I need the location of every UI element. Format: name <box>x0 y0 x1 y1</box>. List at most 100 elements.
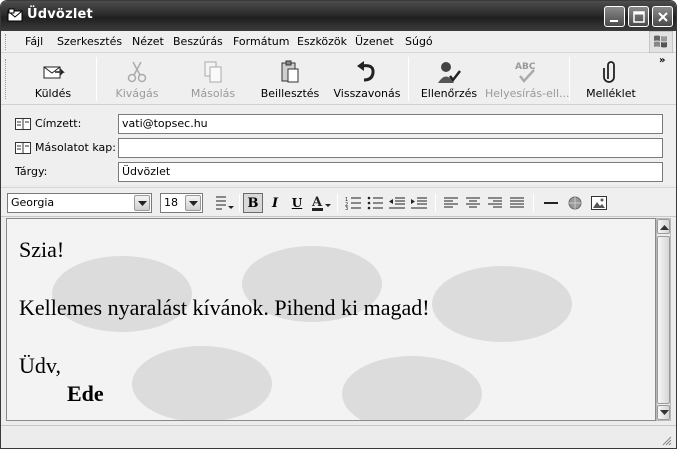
message-body[interactable]: Szia! Kellemes nyaralást kívánok. Pihend… <box>6 218 656 421</box>
attach-button[interactable]: Melléklet <box>573 53 649 105</box>
menu-help[interactable]: Súgó <box>405 35 433 48</box>
menu-file[interactable]: Fájl <box>25 35 43 48</box>
numbered-list-icon: 123 <box>345 197 361 210</box>
font-size-select[interactable]: 18 <box>160 193 203 213</box>
window-title: Üdvözlet <box>27 7 93 22</box>
cut-label: Kivágás <box>115 87 159 100</box>
bullet-list-icon <box>367 196 383 210</box>
leaf-background-icon <box>432 266 572 342</box>
subject-field[interactable]: Üdvözlet <box>118 162 663 182</box>
envelope-icon <box>7 8 23 22</box>
menu-insert[interactable]: Beszúrás <box>173 35 223 48</box>
align-center-button[interactable] <box>463 193 483 213</box>
menu-tools[interactable]: Eszközök <box>297 35 347 48</box>
toolbar-grip[interactable] <box>5 59 8 99</box>
align-center-icon <box>466 197 480 208</box>
to-label-button[interactable]: Címzett: <box>15 117 81 130</box>
undo-button[interactable]: Visszavonás <box>331 53 403 105</box>
to-label: Címzett: <box>35 117 82 130</box>
body-scrollbar[interactable] <box>656 218 671 421</box>
address-book-icon <box>15 117 31 130</box>
decrease-indent-icon <box>389 197 405 209</box>
underline-icon: U <box>291 196 303 210</box>
menu-edit[interactable]: Szerkesztés <box>57 35 122 48</box>
cc-row: Másolatot kap: <box>1 137 676 159</box>
horizontal-line-button[interactable] <box>541 193 561 213</box>
justify-icon <box>510 197 524 208</box>
align-left-icon <box>444 197 458 208</box>
underline-button[interactable]: U <box>287 193 307 213</box>
message-headers: Címzett: vati@topsec.hu Másolatot kap: T… <box>1 105 676 185</box>
align-right-icon <box>488 197 502 208</box>
scissors-icon <box>127 61 147 83</box>
chevron-up-icon <box>660 225 669 230</box>
chevron-down-icon <box>660 410 669 415</box>
check-names-button[interactable]: Ellenőrzés <box>413 53 485 105</box>
italic-icon: I <box>271 195 279 211</box>
justify-button[interactable] <box>507 193 527 213</box>
align-left-button[interactable] <box>441 193 461 213</box>
paste-button[interactable]: Beillesztés <box>253 53 327 105</box>
numbered-list-button[interactable]: 123 <box>343 193 363 213</box>
scroll-down-button[interactable] <box>657 405 670 420</box>
menu-grip[interactable] <box>5 34 8 50</box>
toolbar-overflow-chevron[interactable]: » <box>659 55 665 66</box>
bullet-list-button[interactable] <box>365 193 385 213</box>
message-signature: Ede <box>67 381 104 406</box>
paragraph-style-icon <box>216 196 234 210</box>
align-right-button[interactable] <box>485 193 505 213</box>
copy-icon <box>204 61 222 83</box>
bold-button[interactable]: B <box>243 193 263 213</box>
subject-label: Tárgy: <box>15 165 48 178</box>
message-line-closing: Üdv, <box>19 353 61 378</box>
font-color-button[interactable]: A <box>309 193 333 213</box>
leaf-background-icon <box>132 346 272 420</box>
menu-bar: Fájl Szerkesztés Nézet Beszúrás Formátum… <box>1 31 676 53</box>
to-row: Címzett: vati@topsec.hu <box>1 113 676 135</box>
font-select[interactable]: Georgia <box>7 193 152 213</box>
bold-icon: B <box>247 195 259 211</box>
close-button[interactable] <box>652 6 673 27</box>
minimize-icon <box>610 20 618 22</box>
copy-button[interactable]: Másolás <box>177 53 249 105</box>
scroll-up-button[interactable] <box>657 219 670 234</box>
menu-view[interactable]: Nézet <box>132 35 164 48</box>
increase-indent-button[interactable] <box>409 193 429 213</box>
send-button[interactable]: Küldés <box>15 53 91 105</box>
maximize-icon <box>633 11 645 23</box>
spelling-icon: ABC <box>515 62 536 83</box>
undo-icon <box>357 61 375 82</box>
picture-icon <box>591 196 607 210</box>
svg-text:3: 3 <box>345 206 348 210</box>
maximize-button[interactable] <box>628 6 649 27</box>
cut-button[interactable]: Kivágás <box>101 53 173 105</box>
menu-format[interactable]: Formátum <box>233 35 289 48</box>
resize-grip-icon[interactable] <box>660 434 672 446</box>
paragraph-style-button[interactable] <box>212 193 236 213</box>
cc-label-button[interactable]: Másolatot kap: <box>15 141 116 154</box>
leaf-background-icon <box>52 256 192 332</box>
decrease-indent-button[interactable] <box>387 193 407 213</box>
scroll-thumb[interactable] <box>657 236 670 404</box>
address-book-icon <box>15 141 31 154</box>
to-field[interactable]: vati@topsec.hu <box>118 114 663 134</box>
title-bar[interactable]: Üdvözlet <box>1 1 676 31</box>
font-color-icon: A <box>311 195 331 211</box>
message-line-greeting: Szia! <box>19 237 65 262</box>
menu-message[interactable]: Üzenet <box>355 35 394 48</box>
cc-field[interactable] <box>118 138 663 158</box>
globe-link-icon <box>568 196 582 210</box>
font-select-value: Georgia <box>11 196 55 209</box>
chevron-down-icon <box>138 201 147 206</box>
insert-picture-button[interactable] <box>589 193 609 213</box>
minimize-button[interactable] <box>604 6 625 27</box>
increase-indent-icon <box>411 197 427 209</box>
send-icon <box>43 66 65 79</box>
paste-label: Beillesztés <box>260 87 320 100</box>
italic-button[interactable]: I <box>265 193 285 213</box>
chevron-down-icon <box>189 201 198 206</box>
main-toolbar: Küldés Kivágás Másolás Beillesztés Vissz… <box>1 53 676 105</box>
insert-link-button[interactable] <box>565 193 585 213</box>
spelling-label: Helyesírás-ell... <box>485 87 570 100</box>
spelling-button[interactable]: ABC Helyesírás-ell... <box>485 53 570 105</box>
